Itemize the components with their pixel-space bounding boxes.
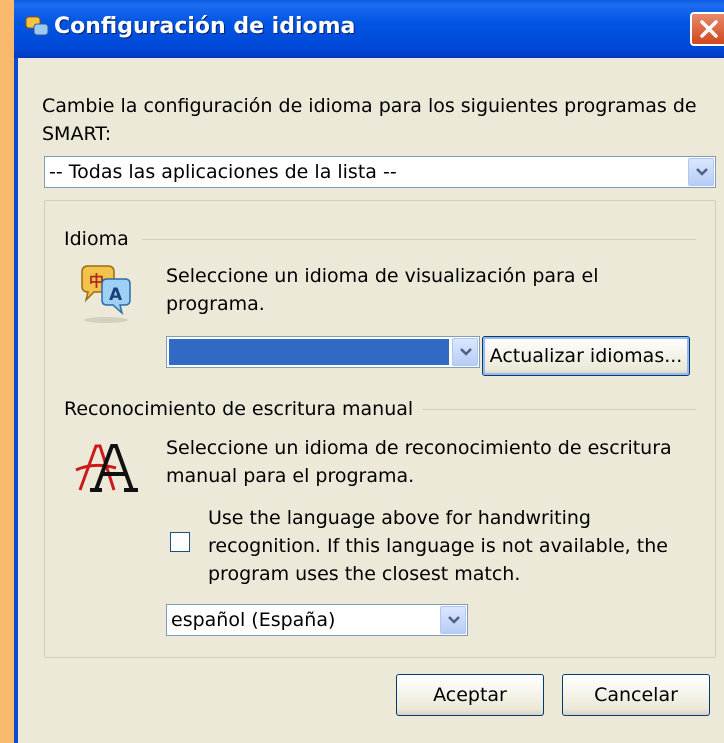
programs-dropdown-button[interactable] [688,158,714,186]
chevron-down-icon [696,168,708,176]
title-bar[interactable]: Configuración de idioma [14,0,724,58]
window-frame [14,58,18,743]
accept-button[interactable]: Aceptar [396,674,544,716]
cancel-button[interactable]: Cancelar [562,674,710,716]
svg-text:A: A [109,285,123,305]
use-language-for-handwriting-label[interactable]: Use the language above for handwriting r… [208,504,668,588]
update-languages-label: Actualizar idiomas... [489,345,683,367]
close-icon [700,20,718,38]
intro-line-2: SMART: [42,123,112,145]
programs-select-value: -- Todas las aplicaciones de la lista -- [49,161,397,183]
cancel-button-label: Cancelar [594,684,678,706]
handwriting-description: Seleccione un idioma de reconocimiento d… [166,434,672,490]
language-desc-line-2: programa. [166,293,265,315]
handwriting-section-label: Reconocimiento de escritura manual [64,398,414,420]
language-description: Seleccione un idioma de visualización pa… [166,262,599,318]
language-settings-dialog: Configuración de idioma Cambie la config… [14,0,724,743]
intro-text: Cambie la configuración de idioma para l… [42,92,712,148]
display-language-select[interactable] [166,336,480,368]
display-language-dropdown-button[interactable] [452,338,478,366]
handwriting-section-divider [422,409,696,410]
handwriting-desc-line-1: Seleccione un idioma de reconocimiento d… [166,437,672,459]
window-title: Configuración de idioma [54,14,356,39]
language-desc-line-1: Seleccione un idioma de visualización pa… [166,265,599,287]
language-section-divider [142,239,696,240]
language-section-label: Idioma [64,228,129,250]
update-languages-button[interactable]: Actualizar idiomas... [482,336,690,376]
language-icon [25,16,49,36]
handwriting-desc-line-2: manual para el programa. [166,465,415,487]
programs-select[interactable]: -- Todas las aplicaciones de la lista -- [44,156,716,188]
checkbox-label-line-2: recognition. If this language is not ava… [208,535,668,557]
accept-button-label: Aceptar [433,684,507,706]
close-button[interactable] [690,12,724,46]
handwriting-language-value: español (España) [171,609,336,631]
language-speech-icon: 中 A [81,265,131,323]
use-language-for-handwriting-checkbox[interactable] [170,532,190,552]
handwriting-aa-icon [75,444,138,492]
chevron-down-icon [460,348,472,356]
handwriting-language-dropdown-button[interactable] [440,606,466,634]
chevron-down-icon [448,616,460,624]
intro-line-1: Cambie la configuración de idioma para l… [42,95,697,117]
display-language-selection [169,339,449,365]
handwriting-language-select[interactable]: español (España) [166,604,468,636]
checkbox-label-line-1: Use the language above for handwriting [208,507,591,529]
checkbox-label-line-3: program uses the closest match. [208,563,521,585]
